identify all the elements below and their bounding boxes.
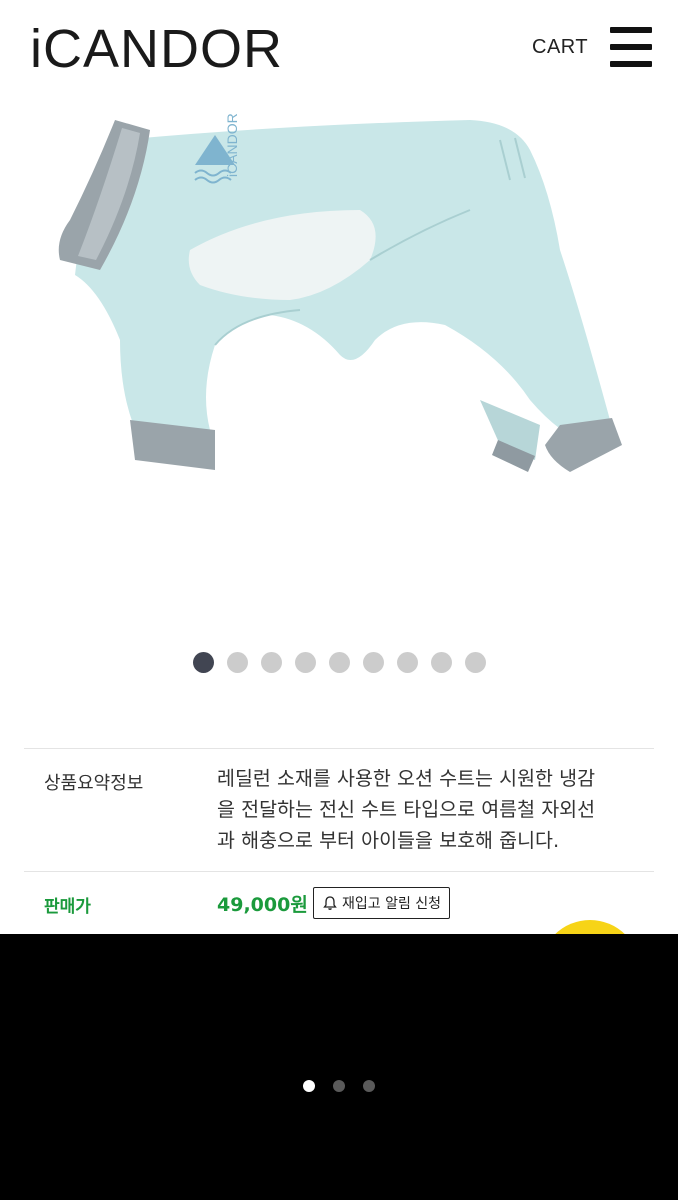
hamburger-menu-icon[interactable] [610,27,652,67]
carousel-dot[interactable] [260,652,282,673]
dog-suit-image: iCANDOR [58,113,622,472]
shirt-logo-text: iCANDOR [224,113,240,177]
carousel-indicator [0,652,678,674]
summary-line: 을 전달하는 전신 수트 타입으로 여름철 자외선 [217,798,596,821]
carousel-dot[interactable] [362,652,384,673]
product-image[interactable]: iCANDOR [0,100,678,630]
restock-alert-button[interactable]: 재입고 알림 신청 [313,887,451,919]
overlay-page-indicator [0,1080,678,1092]
brand-logo[interactable]: iCANDOR [30,14,283,84]
price-row: 판매가 49,000원 재입고 알림 신청 [24,872,654,932]
summary-text: 레딜런 소재를 사용한 오션 수트는 시원한 냉감 을 전달하는 전신 수트 타… [217,763,647,856]
price-label: 판매가 [44,897,91,917]
price-value: 49,000원 [217,894,308,916]
carousel-dot[interactable] [226,652,248,673]
summary-label: 상품요약정보 [44,773,144,794]
restock-alert-label: 재입고 알림 신청 [342,896,442,912]
carousel-dot[interactable] [430,652,452,673]
summary-line: 과 해충으로 부터 아이들을 보호해 줍니다. [217,829,560,852]
carousel-dot[interactable] [464,652,486,673]
overlay-page-dot[interactable] [333,1080,345,1092]
summary-line: 레딜런 소재를 사용한 오션 수트는 시원한 냉감 [217,767,596,790]
carousel-dot[interactable] [328,652,350,673]
overlay-page-dot[interactable] [303,1080,315,1092]
bell-icon [323,896,337,910]
product-info-table: 상품요약정보 레딜런 소재를 사용한 오션 수트는 시원한 냉감 을 전달하는 … [24,748,654,932]
carousel-dot[interactable] [192,652,214,673]
carousel-dot[interactable] [294,652,316,673]
summary-row: 상품요약정보 레딜런 소재를 사용한 오션 수트는 시원한 냉감 을 전달하는 … [24,749,654,872]
cart-link[interactable]: CART [532,36,588,59]
site-header: iCANDOR CART [0,0,678,100]
bottom-overlay [0,934,678,1200]
overlay-page-dot[interactable] [363,1080,375,1092]
carousel-dot[interactable] [396,652,418,673]
